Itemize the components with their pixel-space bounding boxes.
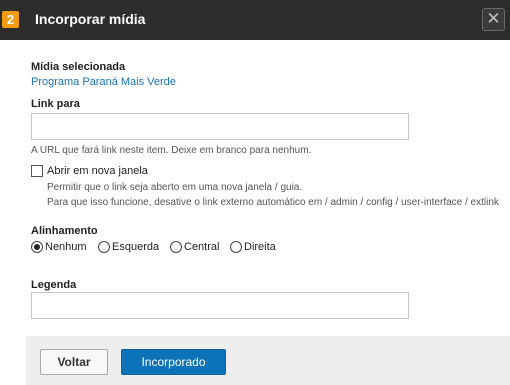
- align-label-left: Esquerda: [112, 241, 160, 253]
- link-field-label: Link para: [31, 98, 80, 110]
- caption-label: Legenda: [31, 279, 77, 291]
- new-window-checkbox[interactable]: [31, 165, 43, 177]
- align-label-none: Nenhum: [45, 241, 87, 253]
- selected-media-link[interactable]: Programa Paraná Mais Verde: [31, 76, 176, 88]
- align-radio-right[interactable]: [230, 241, 242, 253]
- dialog-titlebar: 2 Incorporar mídia ✕: [0, 0, 510, 40]
- caption-input[interactable]: [31, 292, 409, 319]
- back-button[interactable]: Voltar: [40, 349, 108, 375]
- close-icon: ✕: [486, 9, 501, 28]
- align-radio-none[interactable]: [31, 241, 43, 253]
- alignment-label: Alinhamento: [31, 225, 98, 237]
- link-field-help: A URL que fará link neste item. Deixe em…: [31, 145, 312, 156]
- close-button[interactable]: ✕: [482, 8, 505, 31]
- align-label-center: Central: [184, 241, 220, 253]
- align-radio-center[interactable]: [170, 241, 182, 253]
- new-window-help-2: Para que isso funcione, desative o link …: [47, 197, 499, 208]
- embed-button[interactable]: Incorporado: [121, 349, 226, 375]
- align-radio-left[interactable]: [98, 241, 110, 253]
- step-number-badge: 2: [2, 11, 19, 28]
- dialog-title: Incorporar mídia: [35, 11, 146, 27]
- link-url-input[interactable]: [31, 113, 409, 140]
- new-window-label: Abrir em nova janela: [47, 165, 148, 177]
- new-window-help-1: Permitir que o link seja aberto em uma n…: [47, 182, 303, 193]
- align-label-right: Direita: [244, 241, 276, 253]
- selected-media-label: Mídia selecionada: [31, 61, 126, 73]
